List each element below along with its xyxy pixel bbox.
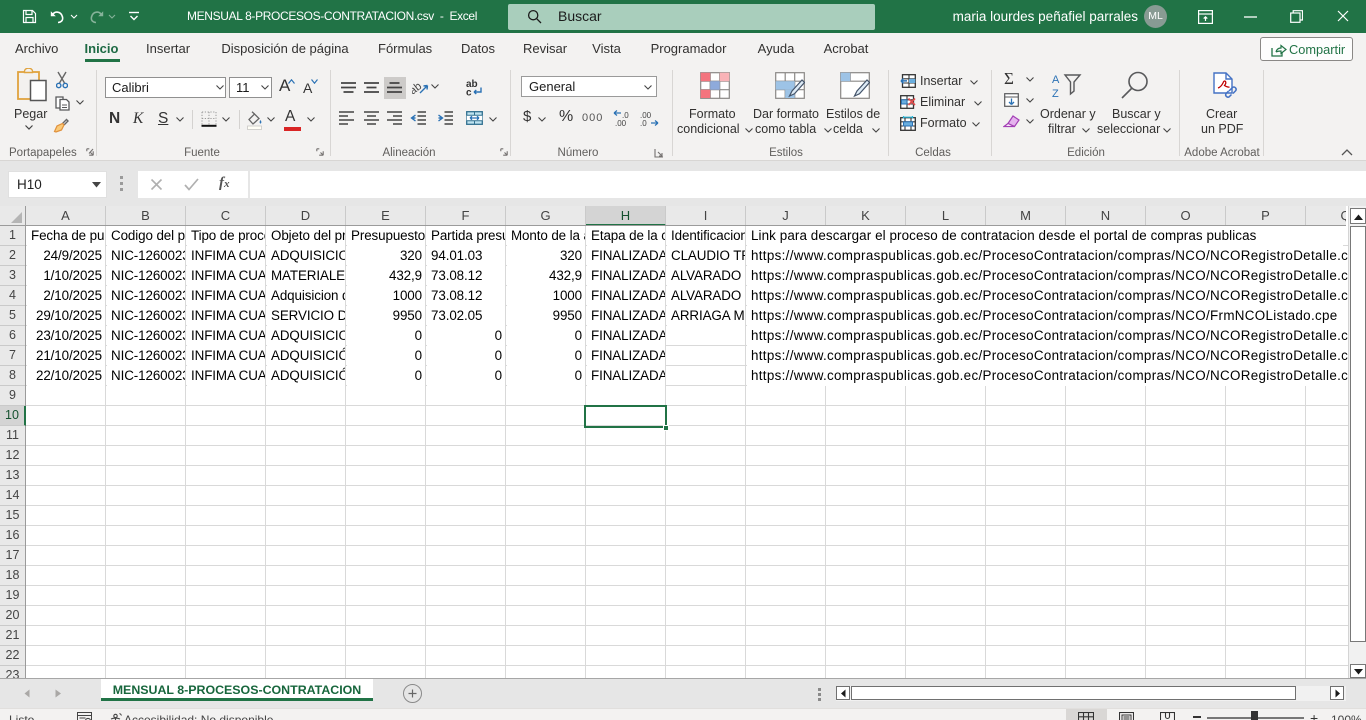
svg-text:c: c [466,88,472,97]
svg-text:A: A [1052,74,1060,86]
svg-text:.00: .00 [615,119,627,127]
svg-text:ab: ab [412,80,424,96]
svg-text:.0: .0 [640,119,647,127]
svg-text:Z: Z [1052,88,1059,99]
